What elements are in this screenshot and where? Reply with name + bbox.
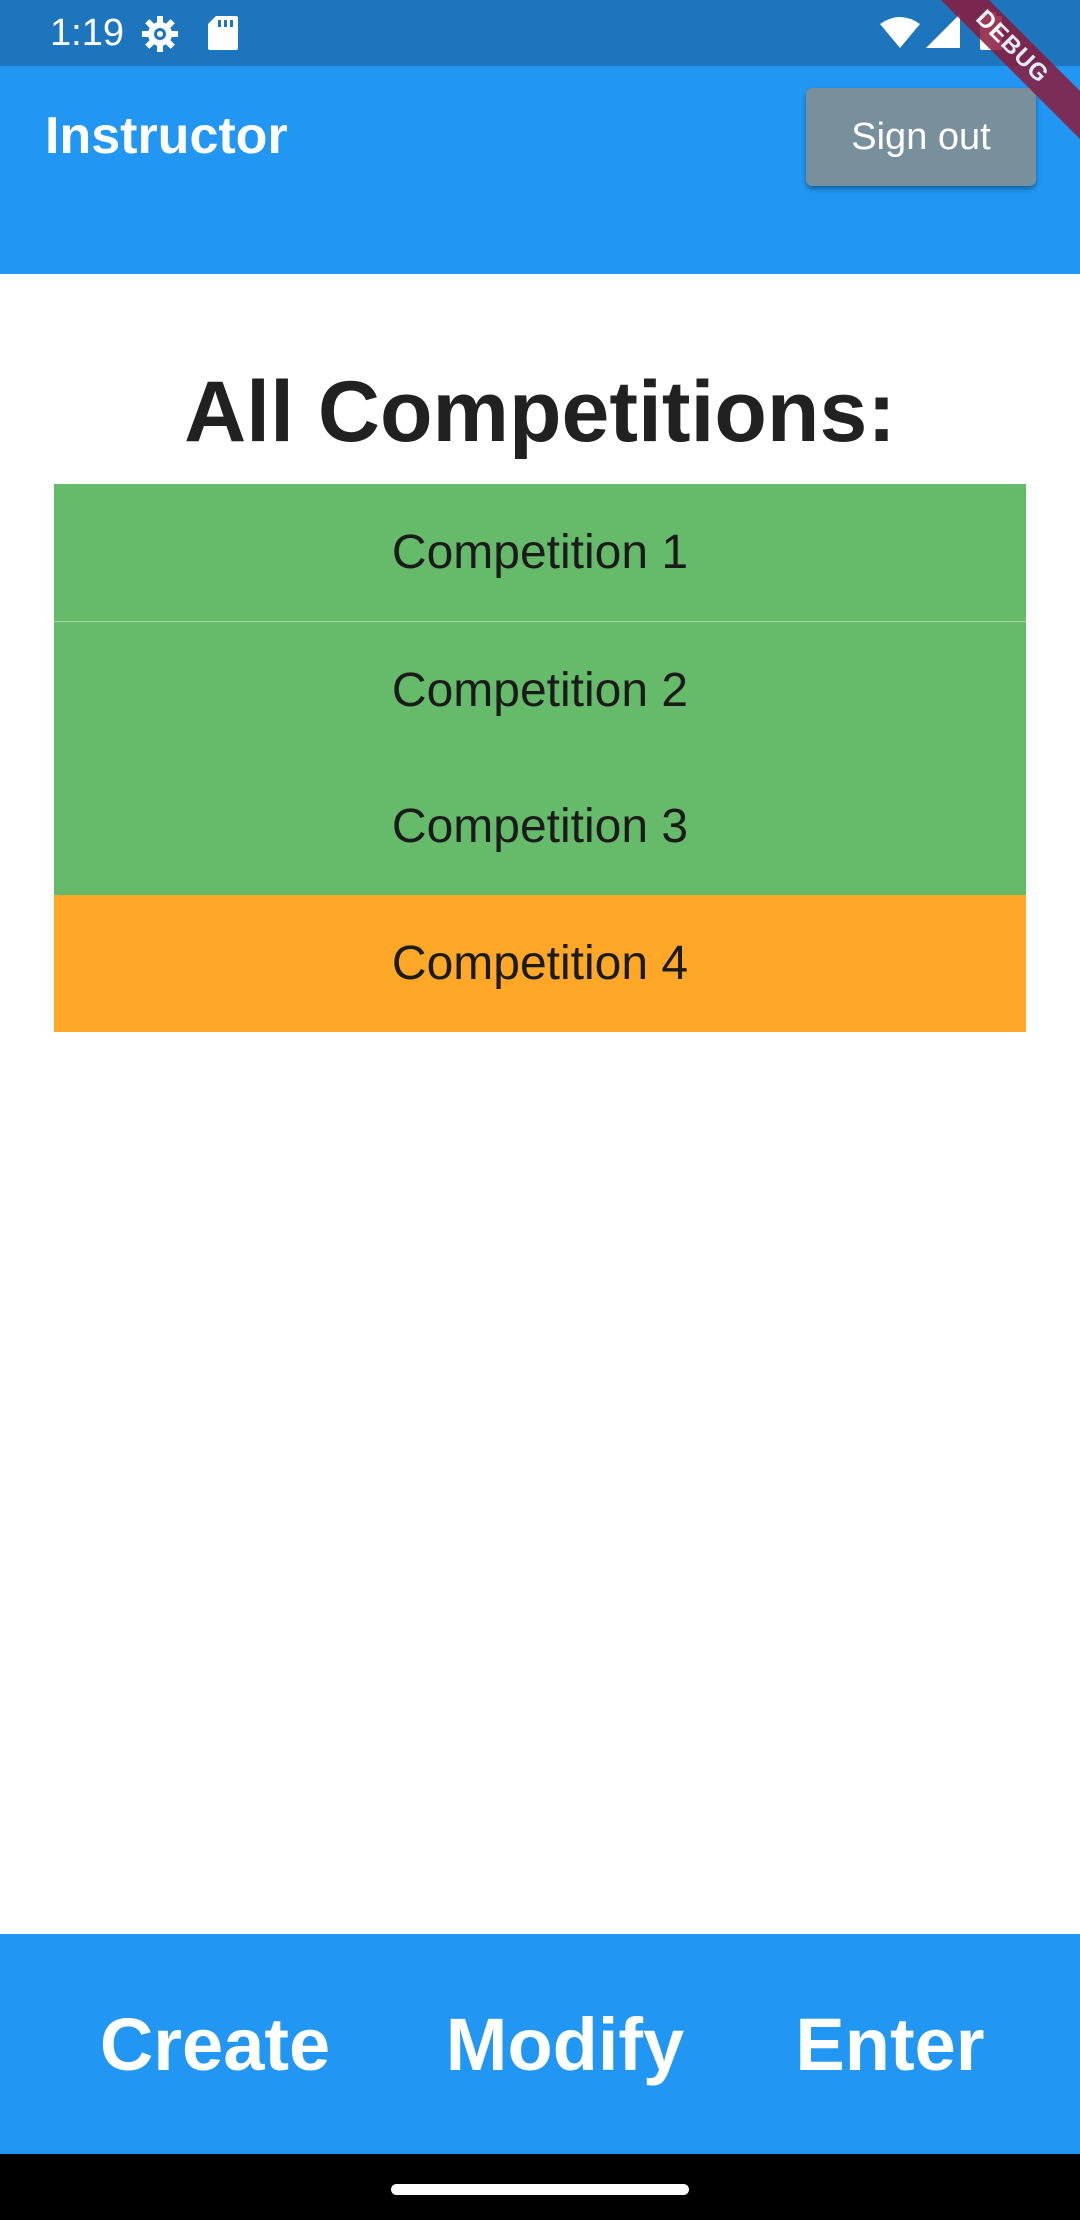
- competition-item-2[interactable]: Competition 2: [54, 621, 1026, 758]
- create-button[interactable]: Create: [70, 1934, 360, 2154]
- home-indicator[interactable]: [391, 2184, 689, 2195]
- competition-item-3[interactable]: Competition 3: [54, 758, 1026, 895]
- sign-out-button[interactable]: Sign out: [806, 88, 1036, 186]
- wifi-icon: [880, 17, 920, 48]
- app-bar: Instructor Sign out: [0, 66, 1080, 274]
- app-title: Instructor: [45, 107, 288, 165]
- cell-signal-icon: [926, 14, 960, 48]
- competition-item-1[interactable]: Competition 1: [54, 484, 1026, 621]
- status-time: 1:19: [50, 12, 124, 54]
- bottom-action-bar: Create Modify Enter: [0, 1934, 1080, 2154]
- sd-card-icon: [208, 16, 238, 50]
- modify-button[interactable]: Modify: [420, 1934, 710, 2154]
- competition-item-4[interactable]: Competition 4: [54, 895, 1026, 1032]
- status-bar: 1:19: [0, 0, 1080, 66]
- page-heading: All Competitions:: [184, 364, 896, 460]
- competition-list: Competition 1 Competition 2 Competition …: [54, 484, 1026, 1032]
- app-screen: 1:19 Instructor Sign out DEBUG All Compe…: [0, 0, 1080, 2220]
- settings-gear-icon: [142, 16, 178, 52]
- enter-button[interactable]: Enter: [770, 1934, 1010, 2154]
- battery-icon: [980, 12, 1002, 50]
- system-nav-bar: [0, 2154, 1080, 2220]
